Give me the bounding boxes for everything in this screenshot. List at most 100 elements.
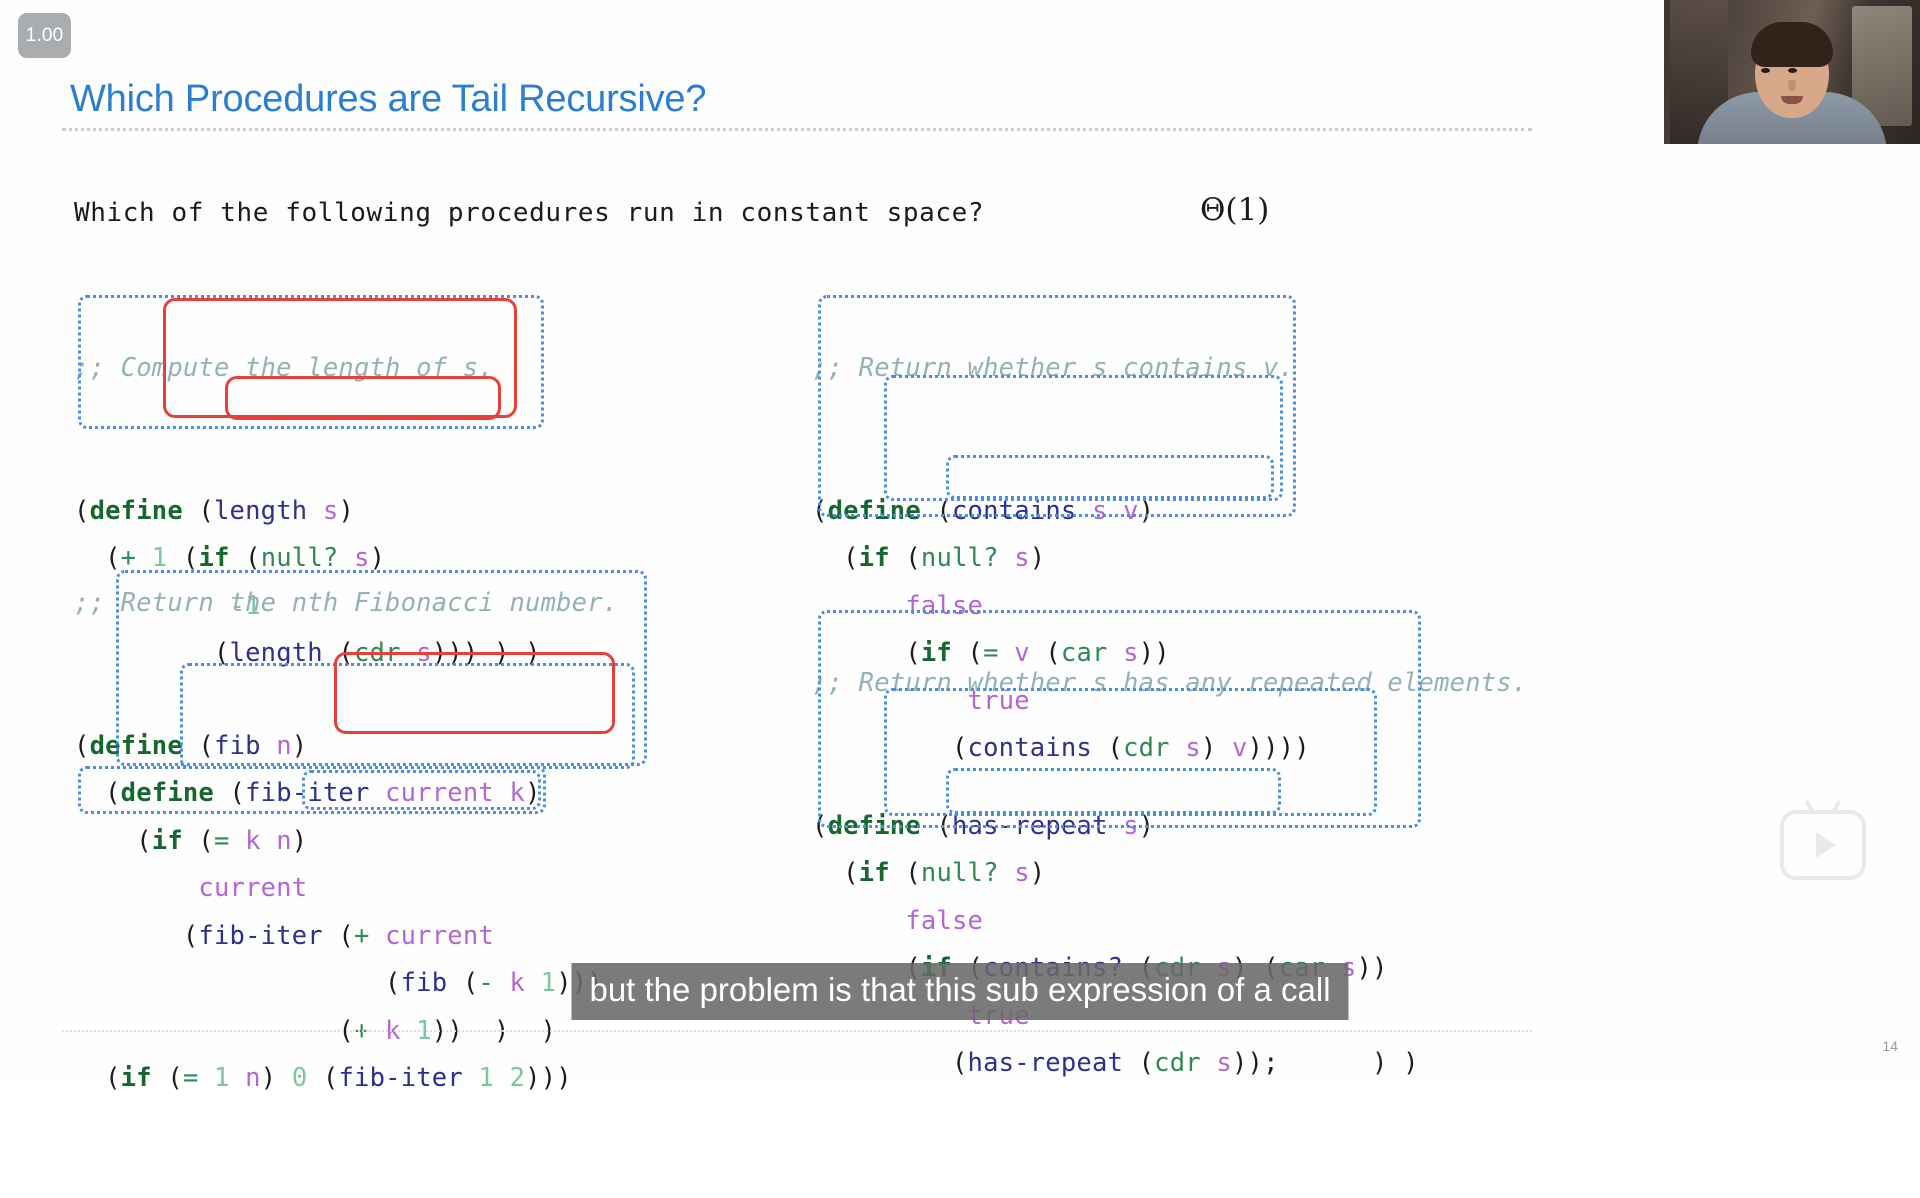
code-token: current k: [385, 778, 526, 808]
code-token: =: [182, 1063, 199, 1093]
code-token: fib: [400, 968, 448, 998]
slide-stage: 1.00 Which Procedures are Tail Recursive…: [0, 0, 1920, 1093]
presenter-eye-left: [1761, 68, 1770, 73]
code-line: (define (fib-iter current k): [74, 770, 618, 818]
code-token: ): [1138, 810, 1155, 841]
code-token: 1: [540, 968, 557, 998]
code-token: fib: [214, 730, 261, 761]
code-token: (: [812, 1048, 968, 1078]
code-token: contains: [952, 495, 1077, 526]
video-caption: but the problem is that this sub express…: [571, 962, 1349, 1020]
code-token: 1: [214, 1063, 230, 1093]
code-token: (: [447, 968, 479, 998]
title-divider: [62, 128, 1532, 131]
play-logo-watermark: [1780, 799, 1866, 880]
code-lines-fib: (define (fib n) (define (fib-iter curren…: [74, 723, 618, 1103]
code-token: ): [556, 1063, 572, 1093]
code-token: ): [1278, 1048, 1388, 1078]
code-token: s v: [1091, 495, 1139, 526]
code-token: k: [509, 968, 526, 998]
code-token: ): [1387, 1048, 1419, 1078]
code-token: ): [291, 730, 308, 761]
code-line: (if (= k n): [74, 818, 618, 866]
code-token: ));: [1231, 1048, 1279, 1078]
code-token: n: [245, 1063, 261, 1093]
code-token: (: [920, 810, 952, 841]
code-token: cdr: [1154, 1048, 1201, 1078]
code-token: fib-iter: [198, 920, 323, 951]
code-lines-has-repeat: (define (has-repeat s) (if (null? s) fal…: [812, 803, 1527, 1088]
code-token: (: [74, 778, 121, 808]
code-token: has-repeat: [952, 810, 1108, 841]
code-token: define: [89, 730, 183, 761]
code-token: (: [182, 825, 214, 856]
code-line: (if (= 1 n) 0 (fib-iter 1 2))): [74, 1055, 618, 1103]
code-token: (: [214, 778, 246, 808]
code-token: s: [1216, 1048, 1232, 1078]
antenna-icon: [1804, 799, 1842, 816]
code-token: s: [1014, 858, 1030, 888]
code-token: define: [827, 810, 921, 841]
code-token: (: [920, 495, 952, 526]
presenter-nose: [1788, 80, 1796, 91]
code-block-fib: ;; Return the nth Fibonacci number. (def…: [74, 485, 618, 1198]
presenter-webcam-video[interactable]: [1664, 0, 1920, 144]
code-token: )): [525, 1063, 557, 1093]
code-token: define: [827, 495, 921, 526]
presenter-eyebrow-right: [1786, 60, 1799, 63]
code-token: (: [74, 968, 401, 998]
question-prompt: Which of the following procedures run in…: [74, 198, 985, 228]
code-token: define: [120, 778, 214, 808]
code-token: (: [74, 920, 199, 951]
comment-has-repeat: ;; Return whether s has any repeated ele…: [812, 668, 1528, 698]
code-token: (: [307, 1063, 339, 1093]
play-triangle-icon: [1815, 832, 1836, 858]
code-token: (: [812, 810, 828, 841]
code-line: (has-repeat (cdr s)); ) ): [812, 1040, 1527, 1088]
code-token: =: [213, 825, 230, 856]
code-token: s: [1123, 810, 1139, 841]
presenter-eye-right: [1788, 68, 1797, 73]
code-token: null?: [920, 858, 999, 888]
code-token: current: [198, 873, 308, 903]
code-token: (: [812, 858, 859, 888]
code-token: (: [74, 825, 152, 856]
code-token: (: [74, 1063, 121, 1093]
comment-fib: ;; Return the nth Fibonacci number.: [74, 588, 619, 618]
code-token: current: [385, 920, 494, 951]
code-token: has-repeat: [967, 1048, 1124, 1078]
code-token: (: [151, 1063, 183, 1093]
code-token: ): [1029, 858, 1046, 888]
code-line: false: [812, 898, 1527, 946]
code-token: 0: [291, 1063, 308, 1093]
playback-speed-badge[interactable]: 1.00: [18, 13, 71, 58]
code-token: ): [525, 778, 541, 808]
code-token: )): [1356, 953, 1388, 983]
page-title: Which Procedures are Tail Recursive?: [70, 78, 707, 120]
code-token: ): [260, 1063, 292, 1093]
code-token: if: [858, 858, 890, 888]
code-token: fib-iter: [338, 1063, 463, 1093]
code-line: current: [74, 865, 618, 913]
code-token: (: [74, 730, 90, 761]
presenter-eyebrow-left: [1759, 60, 1772, 63]
code-token: +: [353, 920, 370, 951]
code-token: (: [182, 730, 214, 761]
footer-divider: [62, 1030, 1532, 1032]
complexity-notation: Θ(1): [1200, 192, 1270, 228]
slide-page-number: 14: [1882, 1038, 1898, 1054]
code-token: if: [120, 1063, 152, 1093]
code-line: (define (has-repeat s): [812, 803, 1527, 851]
